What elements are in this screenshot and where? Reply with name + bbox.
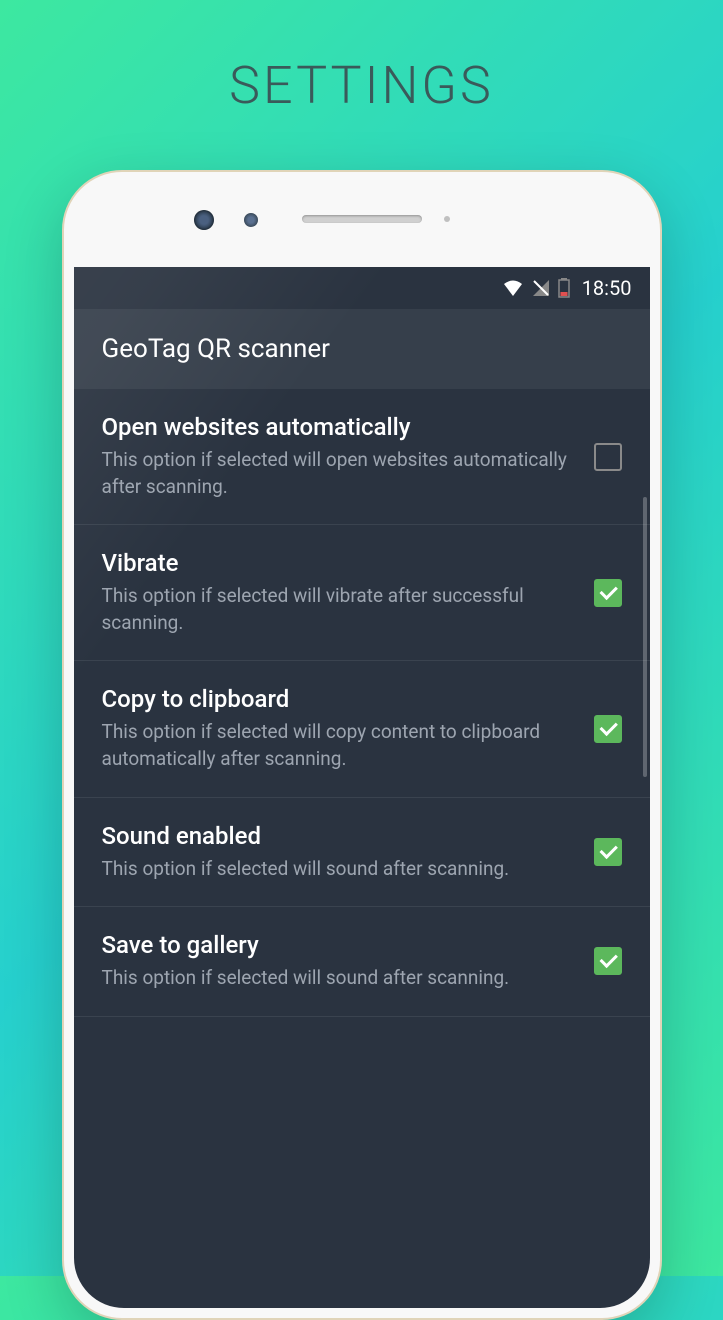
setting-copy-clipboard[interactable]: Copy to clipboard This option if selecte…: [74, 661, 650, 797]
setting-title: Open websites automatically: [102, 413, 578, 441]
no-signal-icon: [532, 279, 550, 297]
setting-desc: This option if selected will copy conten…: [102, 719, 578, 772]
checkbox-checked[interactable]: [594, 579, 622, 607]
checkbox-checked[interactable]: [594, 947, 622, 975]
app-bar: GeoTag QR scanner: [74, 309, 650, 389]
speaker-grille: [302, 215, 422, 223]
settings-list[interactable]: Open websites automatically This option …: [74, 389, 650, 1017]
sensor-dot: [444, 216, 450, 222]
phone-screen: 18:50 GeoTag QR scanner Open websites au…: [74, 267, 650, 1308]
camera-icon: [244, 213, 258, 227]
checkbox-checked[interactable]: [594, 838, 622, 866]
setting-text: Save to gallery This option if selected …: [102, 931, 578, 992]
setting-title: Copy to clipboard: [102, 685, 578, 713]
setting-save-gallery[interactable]: Save to gallery This option if selected …: [74, 907, 650, 1017]
battery-low-icon: [558, 278, 570, 298]
wifi-icon: [502, 279, 524, 297]
setting-vibrate[interactable]: Vibrate This option if selected will vib…: [74, 525, 650, 661]
setting-desc: This option if selected will sound after…: [102, 856, 578, 883]
setting-title: Save to gallery: [102, 931, 578, 959]
phone-frame: 18:50 GeoTag QR scanner Open websites au…: [62, 170, 662, 1320]
camera-icon: [194, 210, 214, 230]
phone-top: [64, 172, 660, 267]
setting-text: Sound enabled This option if selected wi…: [102, 822, 578, 883]
setting-sound[interactable]: Sound enabled This option if selected wi…: [74, 798, 650, 908]
setting-text: Copy to clipboard This option if selecte…: [102, 685, 578, 772]
setting-title: Sound enabled: [102, 822, 578, 850]
scroll-indicator[interactable]: [643, 497, 647, 777]
setting-text: Vibrate This option if selected will vib…: [102, 549, 578, 636]
page-title: SETTINGS: [0, 0, 723, 116]
status-bar: 18:50: [74, 267, 650, 309]
setting-desc: This option if selected will sound after…: [102, 965, 578, 992]
checkbox-checked[interactable]: [594, 715, 622, 743]
app-title: GeoTag QR scanner: [102, 334, 330, 364]
checkbox-unchecked[interactable]: [594, 443, 622, 471]
setting-desc: This option if selected will open websit…: [102, 447, 578, 500]
setting-desc: This option if selected will vibrate aft…: [102, 583, 578, 636]
status-time: 18:50: [582, 276, 632, 300]
setting-text: Open websites automatically This option …: [102, 413, 578, 500]
setting-open-websites[interactable]: Open websites automatically This option …: [74, 389, 650, 525]
setting-title: Vibrate: [102, 549, 578, 577]
